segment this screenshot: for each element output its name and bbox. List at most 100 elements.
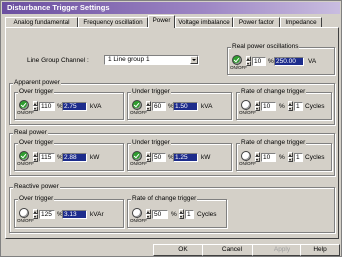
chevron-down-icon[interactable] xyxy=(190,56,198,64)
apparent-over-onoff-toggle[interactable]: ON/OFF xyxy=(17,100,34,117)
tab-analog-fundamental[interactable]: Analog fundamental xyxy=(5,17,78,27)
real-over-group: Over trigger ON/OFF 115 % 2.88 kW xyxy=(14,139,124,171)
percent-input[interactable]: 50 xyxy=(152,210,168,219)
onoff-label: ON/OFF xyxy=(239,110,256,115)
real-over-onoff-toggle[interactable]: ON/OFF xyxy=(17,151,34,168)
reactive-rate-group: Rate of change trigger ON/OFF 50 % 1 Cyc… xyxy=(127,195,227,228)
onoff-label: ON/OFF xyxy=(230,65,247,70)
percent-input[interactable]: 10 xyxy=(261,102,276,111)
line-group-value: 1 Line group 1 xyxy=(108,56,150,63)
unit-label: VA xyxy=(308,58,317,65)
arrow-down-icon[interactable] xyxy=(146,214,151,219)
reactive-over-group: Over trigger ON/OFF 125 % 3.13 kVAr xyxy=(14,195,124,228)
spinner[interactable] xyxy=(146,209,151,219)
onoff-label: ON/OFF xyxy=(17,161,34,166)
check-icon xyxy=(132,151,142,161)
group-title: Over trigger xyxy=(18,139,55,147)
toggle-off-icon xyxy=(132,208,142,218)
help-button[interactable]: Help xyxy=(300,244,340,256)
apparent-rate-onoff-toggle[interactable]: ON/OFF xyxy=(239,100,256,117)
arrow-down-icon[interactable] xyxy=(146,157,151,162)
cycles-label: Cycles xyxy=(305,154,325,161)
pct-label: % xyxy=(171,211,177,218)
rpo-spinner[interactable] xyxy=(246,56,251,66)
percent-input[interactable]: 115 xyxy=(39,153,55,162)
rpo-percent-input[interactable]: 10 xyxy=(252,57,266,66)
unit-label: kW xyxy=(201,154,211,161)
tab-frequency-oscillation[interactable]: Frequency oscillation xyxy=(78,17,148,27)
onoff-label: ON/OFF xyxy=(130,161,147,166)
arrow-down-icon[interactable] xyxy=(255,157,260,162)
spinner[interactable] xyxy=(33,101,38,111)
value-display: 2.75 xyxy=(62,102,87,111)
percent-input[interactable]: 10 xyxy=(261,153,276,162)
title-bar: Disturbance Trigger Settings xyxy=(2,2,340,14)
percent-input[interactable]: 50 xyxy=(152,153,166,162)
real-under-onoff-toggle[interactable]: ON/OFF xyxy=(130,151,147,168)
reactive-over-onoff-toggle[interactable]: ON/OFF xyxy=(17,208,34,225)
apparent-under-onoff-toggle[interactable]: ON/OFF xyxy=(130,100,147,117)
reactive-rate-onoff-toggle[interactable]: ON/OFF xyxy=(130,208,147,225)
cycles-spinner[interactable] xyxy=(288,101,293,111)
onoff-label: ON/OFF xyxy=(130,110,147,115)
tab-power-factor[interactable]: Power factor xyxy=(233,17,280,27)
real-power-oscillations-group: Real power oscillations ON/OFF 10 % 250.… xyxy=(227,43,335,75)
unit-label: kW xyxy=(90,154,100,161)
value-display: 2.88 xyxy=(62,153,87,162)
cycles-input[interactable]: 1 xyxy=(294,102,303,111)
cycles-label: Cycles xyxy=(305,103,325,110)
spinner[interactable] xyxy=(33,209,38,219)
arrow-down-icon[interactable] xyxy=(246,61,251,66)
percent-input[interactable]: 60 xyxy=(152,102,166,111)
arrow-down-icon[interactable] xyxy=(255,106,260,111)
arrow-down-icon[interactable] xyxy=(33,214,38,219)
group-title: Under trigger xyxy=(131,139,171,147)
line-group-select[interactable]: 1 Line group 1 xyxy=(104,55,199,65)
apparent-power-group: Apparent power Over trigger ON/OFF 110 %… xyxy=(9,79,335,125)
spinner[interactable] xyxy=(255,101,260,111)
arrow-down-icon[interactable] xyxy=(146,106,151,111)
spinner[interactable] xyxy=(146,101,151,111)
check-icon xyxy=(232,55,242,65)
pct-label: % xyxy=(279,103,285,110)
arrow-down-icon[interactable] xyxy=(179,214,184,219)
onoff-label: ON/OFF xyxy=(17,218,34,223)
spinner[interactable] xyxy=(33,152,38,162)
spinner[interactable] xyxy=(255,152,260,162)
percent-input[interactable]: 110 xyxy=(39,102,55,111)
cycles-spinner[interactable] xyxy=(288,152,293,162)
onoff-label: ON/OFF xyxy=(239,161,256,166)
arrow-down-icon[interactable] xyxy=(33,157,38,162)
arrow-down-icon[interactable] xyxy=(33,106,38,111)
group-title: Over trigger xyxy=(18,195,55,203)
check-icon xyxy=(19,100,29,110)
group-title: Real power oscillations xyxy=(231,43,300,51)
cycles-spinner[interactable] xyxy=(179,209,184,219)
real-rate-onoff-toggle[interactable]: ON/OFF xyxy=(239,151,256,168)
real-rate-group: Rate of change trigger ON/OFF 10 % 1 Cyc… xyxy=(236,139,332,171)
real-power-group: Real power Over trigger ON/OFF 115 % 2.8… xyxy=(9,129,335,176)
tab-impedance[interactable]: Impedance xyxy=(280,17,322,27)
check-icon xyxy=(132,100,142,110)
toggle-off-icon xyxy=(241,151,251,161)
reactive-power-group: Reactive power Over trigger ON/OFF 125 %… xyxy=(9,183,335,233)
apparent-over-group: Over trigger ON/OFF 110 % 2.75 kVA xyxy=(14,88,124,120)
group-title: Rate of change trigger xyxy=(240,88,307,96)
apparent-rate-group: Rate of change trigger ON/OFF 10 % 1 Cyc… xyxy=(236,88,332,120)
pct-label: % xyxy=(268,58,274,65)
pct-label: % xyxy=(279,154,285,161)
arrow-down-icon[interactable] xyxy=(288,106,293,111)
group-title: Under trigger xyxy=(131,88,171,96)
spinner[interactable] xyxy=(146,152,151,162)
percent-input[interactable]: 125 xyxy=(39,210,55,219)
tab-power[interactable]: Power xyxy=(148,15,175,28)
unit-label: kVA xyxy=(201,103,213,110)
tab-voltage-imbalance[interactable]: Voltage imbalance xyxy=(175,17,233,27)
onoff-label: ON/OFF xyxy=(17,110,34,115)
arrow-down-icon[interactable] xyxy=(288,157,293,162)
rpo-onoff-toggle[interactable]: ON/OFF xyxy=(230,55,247,72)
cycles-input[interactable]: 1 xyxy=(185,210,194,219)
onoff-label: ON/OFF xyxy=(130,218,147,223)
cycles-input[interactable]: 1 xyxy=(294,153,303,162)
value-display: 1.25 xyxy=(173,153,198,162)
